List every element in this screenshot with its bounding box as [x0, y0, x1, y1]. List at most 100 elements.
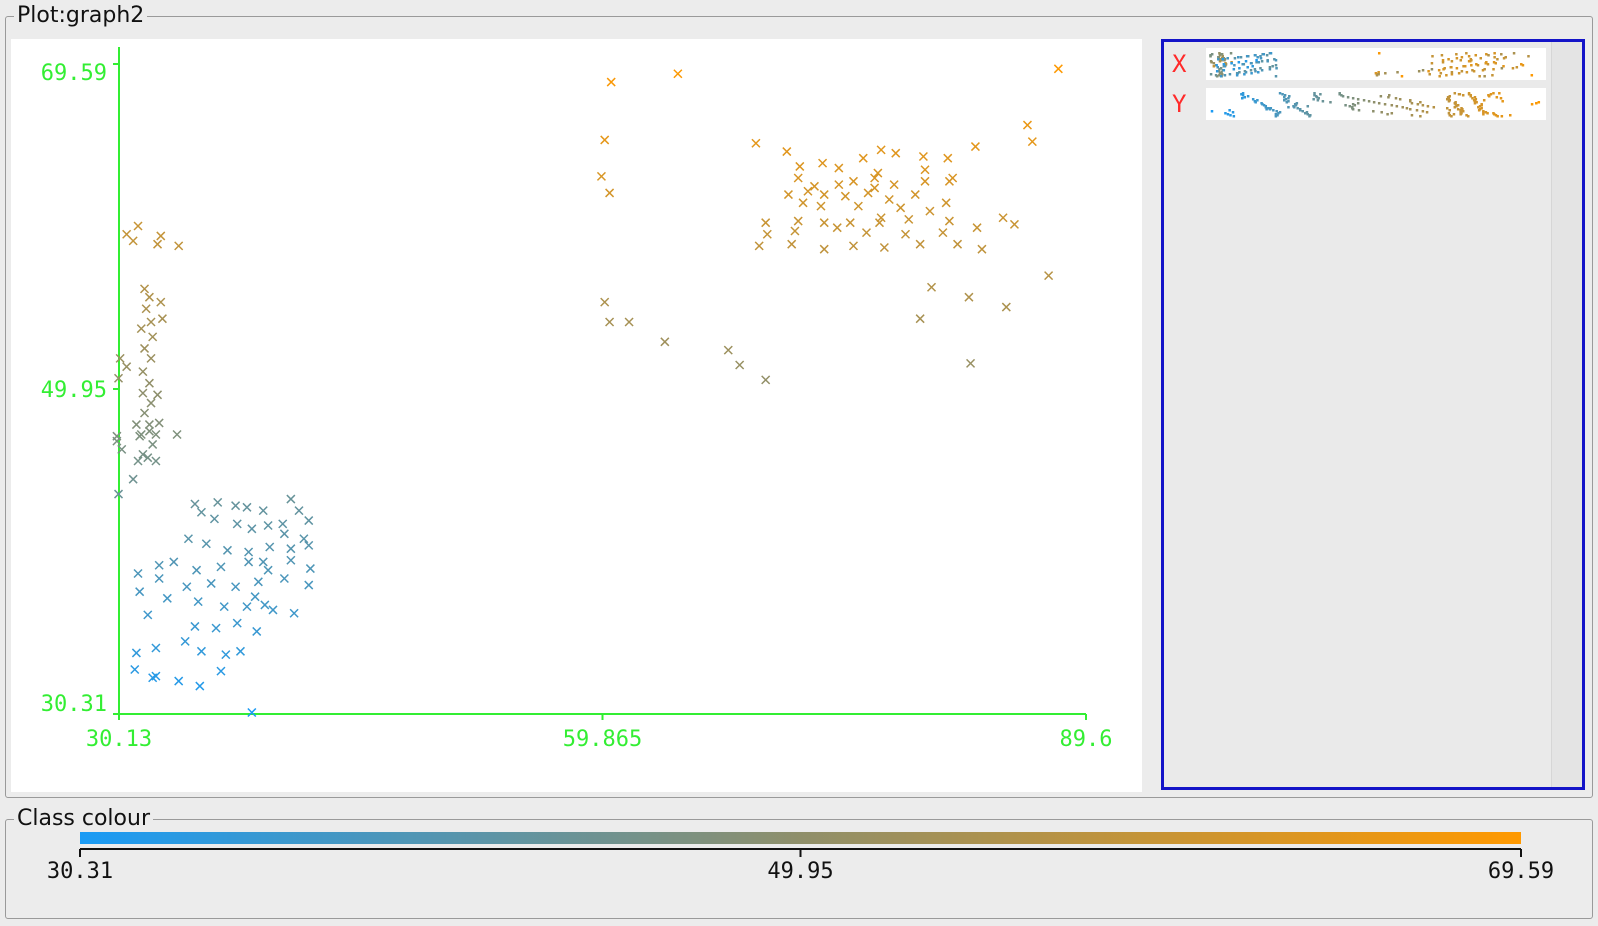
- strip-dot: [1209, 60, 1213, 63]
- attribute-strip-x[interactable]: [1206, 48, 1546, 80]
- data-point: [783, 190, 793, 200]
- data-point: [232, 618, 242, 628]
- strip-dot: [1212, 62, 1216, 65]
- strip-dot: [1457, 72, 1461, 75]
- strip-dot: [1455, 53, 1458, 56]
- scatter-plot-area[interactable]: 30.31 49.95 69.59 30.13 59.865 89.6: [11, 39, 1142, 792]
- data-point: [289, 608, 299, 618]
- data-point: [977, 244, 987, 254]
- data-point: [904, 214, 914, 224]
- data-point: [787, 239, 797, 249]
- data-point: [135, 587, 145, 597]
- strip-dot: [1449, 66, 1453, 69]
- strip-dot: [1467, 60, 1471, 63]
- data-point: [193, 597, 203, 607]
- attribute-strip-y[interactable]: [1206, 88, 1546, 120]
- strip-dot: [1496, 58, 1499, 61]
- strip-dot: [1492, 112, 1495, 115]
- strip-dot: [1301, 110, 1304, 113]
- data-point: [141, 304, 151, 314]
- data-point: [832, 223, 842, 233]
- data-point: [268, 605, 278, 615]
- strip-dot: [1275, 110, 1278, 113]
- strip-dot: [1246, 95, 1250, 98]
- data-point: [213, 497, 223, 507]
- strip-dot: [1427, 70, 1430, 73]
- data-point: [816, 201, 826, 211]
- strip-dot: [1215, 70, 1219, 73]
- data-point: [819, 190, 829, 200]
- data-point: [673, 69, 683, 79]
- strip-dot: [1448, 95, 1452, 98]
- strip-dot: [1447, 58, 1450, 61]
- attribute-row-y[interactable]: Y: [1164, 88, 1554, 120]
- strip-dot: [1257, 61, 1261, 64]
- strip-dot: [1351, 97, 1355, 100]
- data-point: [128, 474, 138, 484]
- data-point: [793, 216, 803, 226]
- strip-dot: [1321, 100, 1325, 103]
- scatter-plot[interactable]: 30.31 49.95 69.59 30.13 59.865 89.6: [11, 39, 1142, 792]
- data-point: [915, 314, 925, 324]
- strip-dot: [1482, 111, 1485, 114]
- data-point: [247, 524, 257, 534]
- strip-dot: [1233, 57, 1237, 60]
- data-point: [782, 147, 792, 157]
- strip-dot: [1251, 98, 1255, 101]
- strip-dot: [1229, 114, 1232, 117]
- strip-dot: [1266, 60, 1269, 63]
- strip-dot: [1537, 101, 1541, 104]
- strip-dot: [1239, 56, 1243, 59]
- attribute-panel[interactable]: X Y: [1161, 39, 1585, 790]
- strip-dot: [1461, 110, 1465, 113]
- strip-dot: [1520, 63, 1523, 66]
- strip-dot: [1245, 55, 1249, 58]
- strip-dot: [1298, 108, 1302, 111]
- strip-dot: [1405, 107, 1409, 110]
- data-point: [157, 314, 167, 324]
- data-point: [848, 241, 859, 251]
- strip-dot: [1274, 59, 1278, 62]
- strip-dot: [1278, 111, 1282, 114]
- data-point: [231, 501, 241, 511]
- data-point: [151, 456, 161, 466]
- strip-dot: [1428, 73, 1431, 76]
- data-point: [943, 153, 953, 163]
- data-point: [154, 573, 164, 584]
- data-point: [754, 241, 764, 251]
- strip-dot: [1250, 72, 1253, 75]
- attribute-row-x[interactable]: X: [1164, 48, 1554, 80]
- attribute-panel-scrollbar[interactable]: [1551, 42, 1582, 787]
- strip-dot: [1480, 103, 1483, 106]
- strip-dot: [1260, 102, 1263, 105]
- data-point: [891, 148, 901, 158]
- data-point: [624, 317, 634, 327]
- strip-dot: [1346, 96, 1350, 99]
- data-point: [130, 664, 140, 675]
- data-point: [596, 171, 606, 181]
- strip-dot: [1465, 71, 1469, 74]
- strip-dot: [1215, 64, 1218, 67]
- strip-dot: [1398, 98, 1402, 101]
- strip-dot: [1210, 110, 1214, 113]
- strip-dot: [1283, 94, 1287, 97]
- data-point: [162, 593, 172, 603]
- strip-dot: [1421, 104, 1425, 107]
- strip-dot: [1256, 56, 1259, 59]
- strip-dot: [1492, 68, 1495, 71]
- strip-dot: [1421, 110, 1425, 113]
- data-point: [143, 453, 153, 463]
- strip-dot: [1249, 62, 1253, 65]
- data-point: [925, 206, 935, 216]
- data-point: [803, 186, 813, 196]
- strip-dot: [1489, 93, 1493, 96]
- strip-dot: [1379, 95, 1383, 98]
- strip-dot: [1353, 104, 1357, 107]
- strip-dot: [1367, 100, 1371, 103]
- data-point: [605, 188, 615, 198]
- strip-dot: [1224, 112, 1227, 115]
- strip-dot: [1232, 115, 1236, 118]
- strip-dot: [1465, 52, 1468, 55]
- y-tick-label: 69.59: [41, 61, 107, 86]
- data-point: [870, 183, 880, 193]
